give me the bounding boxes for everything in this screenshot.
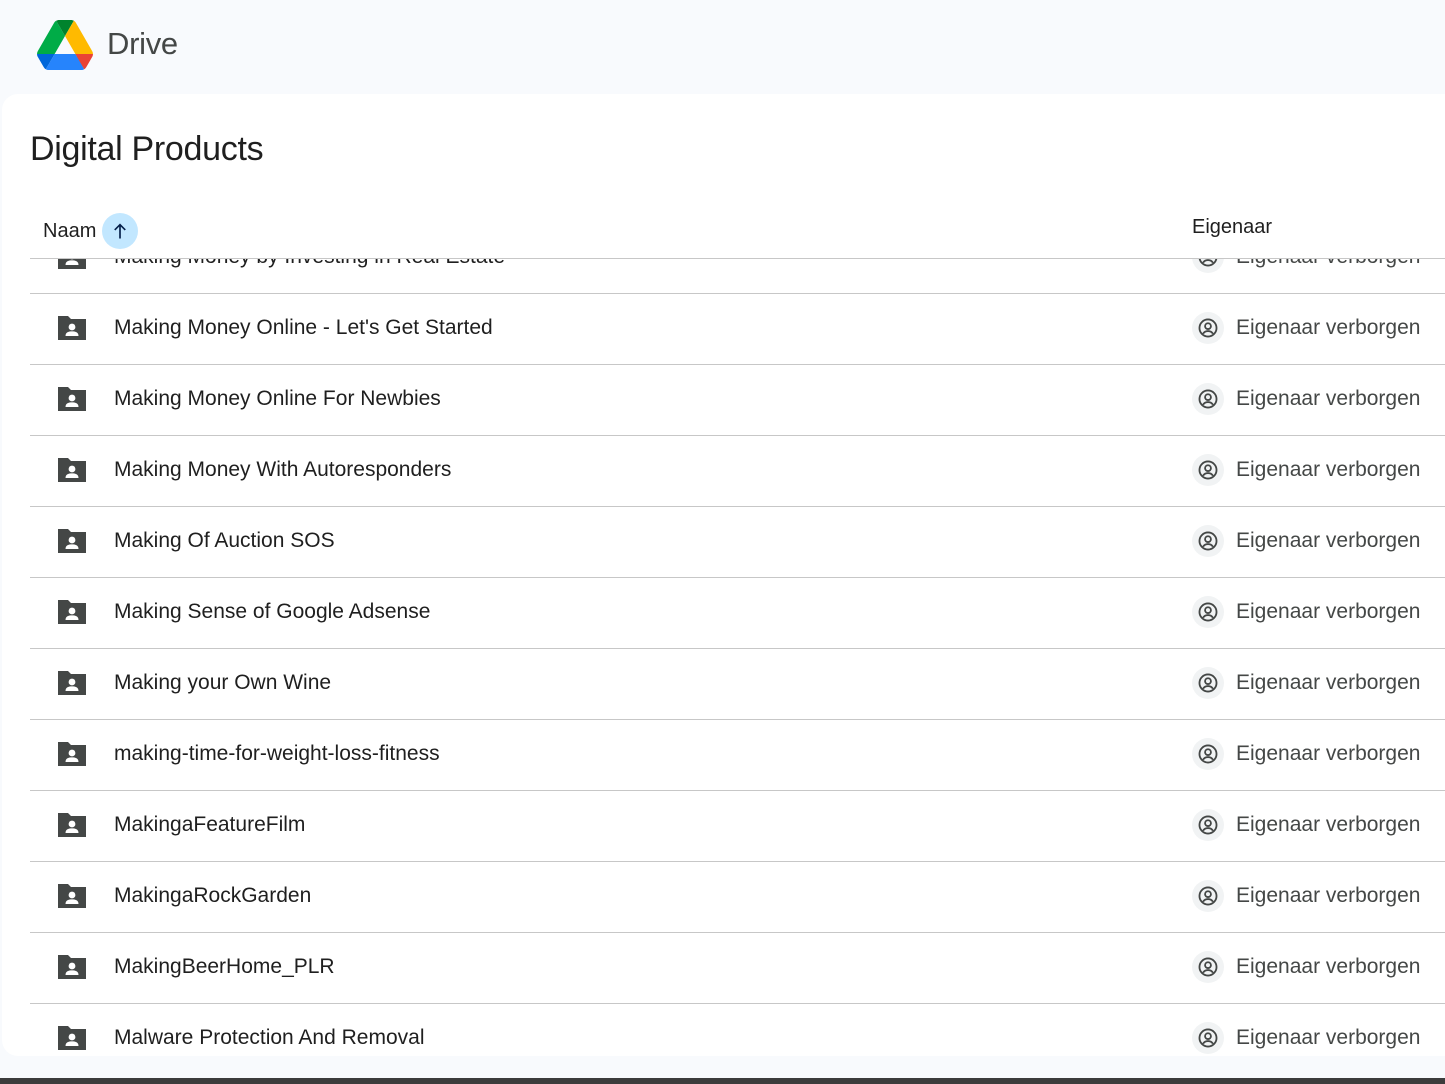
list-item[interactable]: Making Money by Investing in Real Estate… <box>30 258 1445 294</box>
list-item[interactable]: Making Money Online For Newbies Eigenaar… <box>30 365 1445 436</box>
list-item[interactable]: Making Money Online - Let's Get Started … <box>30 294 1445 365</box>
owner-avatar <box>1192 258 1224 273</box>
account-circle-icon <box>1198 744 1218 764</box>
file-name: Making your Own Wine <box>114 671 332 694</box>
google-drive-logo[interactable] <box>37 20 93 70</box>
shared-folder-icon <box>58 884 86 908</box>
arrow-up-icon <box>114 223 127 239</box>
column-name-header[interactable]: Naam <box>43 213 139 249</box>
owner-avatar <box>1192 738 1224 770</box>
list-item[interactable]: Making your Own Wine Eigenaar verborgen <box>30 649 1445 720</box>
shared-folder-icon <box>58 258 86 269</box>
owner-label: Eigenaar verborgen <box>1236 387 1421 410</box>
owner-avatar <box>1192 951 1224 983</box>
top-bar: Drive <box>0 0 1445 92</box>
account-circle-icon <box>1198 318 1218 338</box>
account-circle-icon <box>1198 531 1218 551</box>
owner-avatar <box>1192 312 1224 344</box>
account-circle-icon <box>1198 886 1218 906</box>
account-circle-icon <box>1198 460 1218 480</box>
file-name: Malware Protection And Removal <box>114 1026 425 1049</box>
owner-avatar <box>1192 454 1224 486</box>
file-name: Making Of Auction SOS <box>114 529 335 552</box>
owner-label: Eigenaar verborgen <box>1236 955 1421 978</box>
owner-avatar <box>1192 667 1224 699</box>
page-title[interactable]: Digital Products <box>30 130 264 169</box>
account-circle-icon <box>1198 957 1218 977</box>
owner-avatar <box>1192 596 1224 628</box>
file-name: Making Money Online For Newbies <box>114 387 441 410</box>
list-item[interactable]: Making Of Auction SOS Eigenaar verborgen <box>30 507 1445 578</box>
account-circle-icon <box>1198 602 1218 622</box>
owner-label: Eigenaar verborgen <box>1236 258 1420 269</box>
main-panel: Digital Products Naam Eigenaar Making Mo… <box>2 94 1445 1056</box>
file-list-scroll-content: Making Money by Investing in Real Estate… <box>30 258 1445 1056</box>
file-name: Making Money by Investing in Real Estate <box>114 258 505 269</box>
owner-avatar <box>1192 525 1224 557</box>
owner-label: Eigenaar verborgen <box>1236 671 1421 694</box>
file-name: Making Sense of Google Adsense <box>114 600 431 623</box>
list-item[interactable]: Making Sense of Google Adsense Eigenaar … <box>30 578 1445 649</box>
list-item[interactable]: Making Money With Autoresponders Eigenaa… <box>30 436 1445 507</box>
shared-folder-icon <box>58 316 86 340</box>
owner-avatar <box>1192 880 1224 912</box>
file-name: MakingaFeatureFilm <box>114 813 306 836</box>
account-circle-icon <box>1198 815 1218 835</box>
owner-avatar <box>1192 383 1224 415</box>
shared-folder-icon <box>58 813 86 837</box>
list-item[interactable]: MakingaRockGarden Eigenaar verborgen <box>30 862 1445 933</box>
window-bottom-border <box>0 1078 1445 1084</box>
owner-label: Eigenaar verborgen <box>1236 742 1421 765</box>
list-item[interactable]: making-time-for-weight-loss-fitness Eige… <box>30 720 1445 791</box>
list-item[interactable]: MakingaFeatureFilm Eigenaar verborgen <box>30 791 1445 862</box>
account-circle-icon <box>1198 389 1218 409</box>
shared-folder-icon <box>58 458 86 482</box>
account-circle-icon <box>1198 673 1218 693</box>
file-name: MakingaRockGarden <box>114 884 312 907</box>
file-list[interactable]: Making Money by Investing in Real Estate… <box>30 258 1445 1056</box>
file-name: making-time-for-weight-loss-fitness <box>114 742 440 765</box>
owner-label: Eigenaar verborgen <box>1236 1026 1421 1049</box>
sort-ascending-button[interactable] <box>102 213 139 249</box>
file-name: MakingBeerHome_PLR <box>114 955 335 978</box>
shared-folder-icon <box>58 671 86 695</box>
owner-label: Eigenaar verborgen <box>1236 458 1421 481</box>
owner-label: Eigenaar verborgen <box>1236 316 1421 339</box>
owner-label: Eigenaar verborgen <box>1236 600 1421 623</box>
account-circle-icon <box>1198 1028 1218 1048</box>
list-item[interactable]: Malware Protection And Removal Eigenaar … <box>30 1004 1445 1056</box>
shared-folder-icon <box>58 955 86 979</box>
file-name: Making Money Online - Let's Get Started <box>114 316 493 339</box>
list-item[interactable]: MakingBeerHome_PLR Eigenaar verborgen <box>30 933 1445 1004</box>
app-title[interactable]: Drive <box>107 26 178 62</box>
owner-label: Eigenaar verborgen <box>1236 813 1421 836</box>
owner-label: Eigenaar verborgen <box>1236 884 1421 907</box>
shared-folder-icon <box>58 1026 86 1050</box>
owner-label: Eigenaar verborgen <box>1236 529 1421 552</box>
shared-folder-icon <box>58 600 86 624</box>
shared-folder-icon <box>58 529 86 553</box>
owner-avatar <box>1192 1022 1224 1054</box>
column-owner-header[interactable]: Eigenaar <box>1192 213 1272 241</box>
column-name-label: Naam <box>43 219 97 242</box>
file-name: Making Money With Autoresponders <box>114 458 452 481</box>
column-header-row: Naam Eigenaar <box>30 198 1445 259</box>
shared-folder-icon <box>58 742 86 766</box>
account-circle-icon <box>1198 258 1218 267</box>
owner-avatar <box>1192 809 1224 841</box>
shared-folder-icon <box>58 387 86 411</box>
